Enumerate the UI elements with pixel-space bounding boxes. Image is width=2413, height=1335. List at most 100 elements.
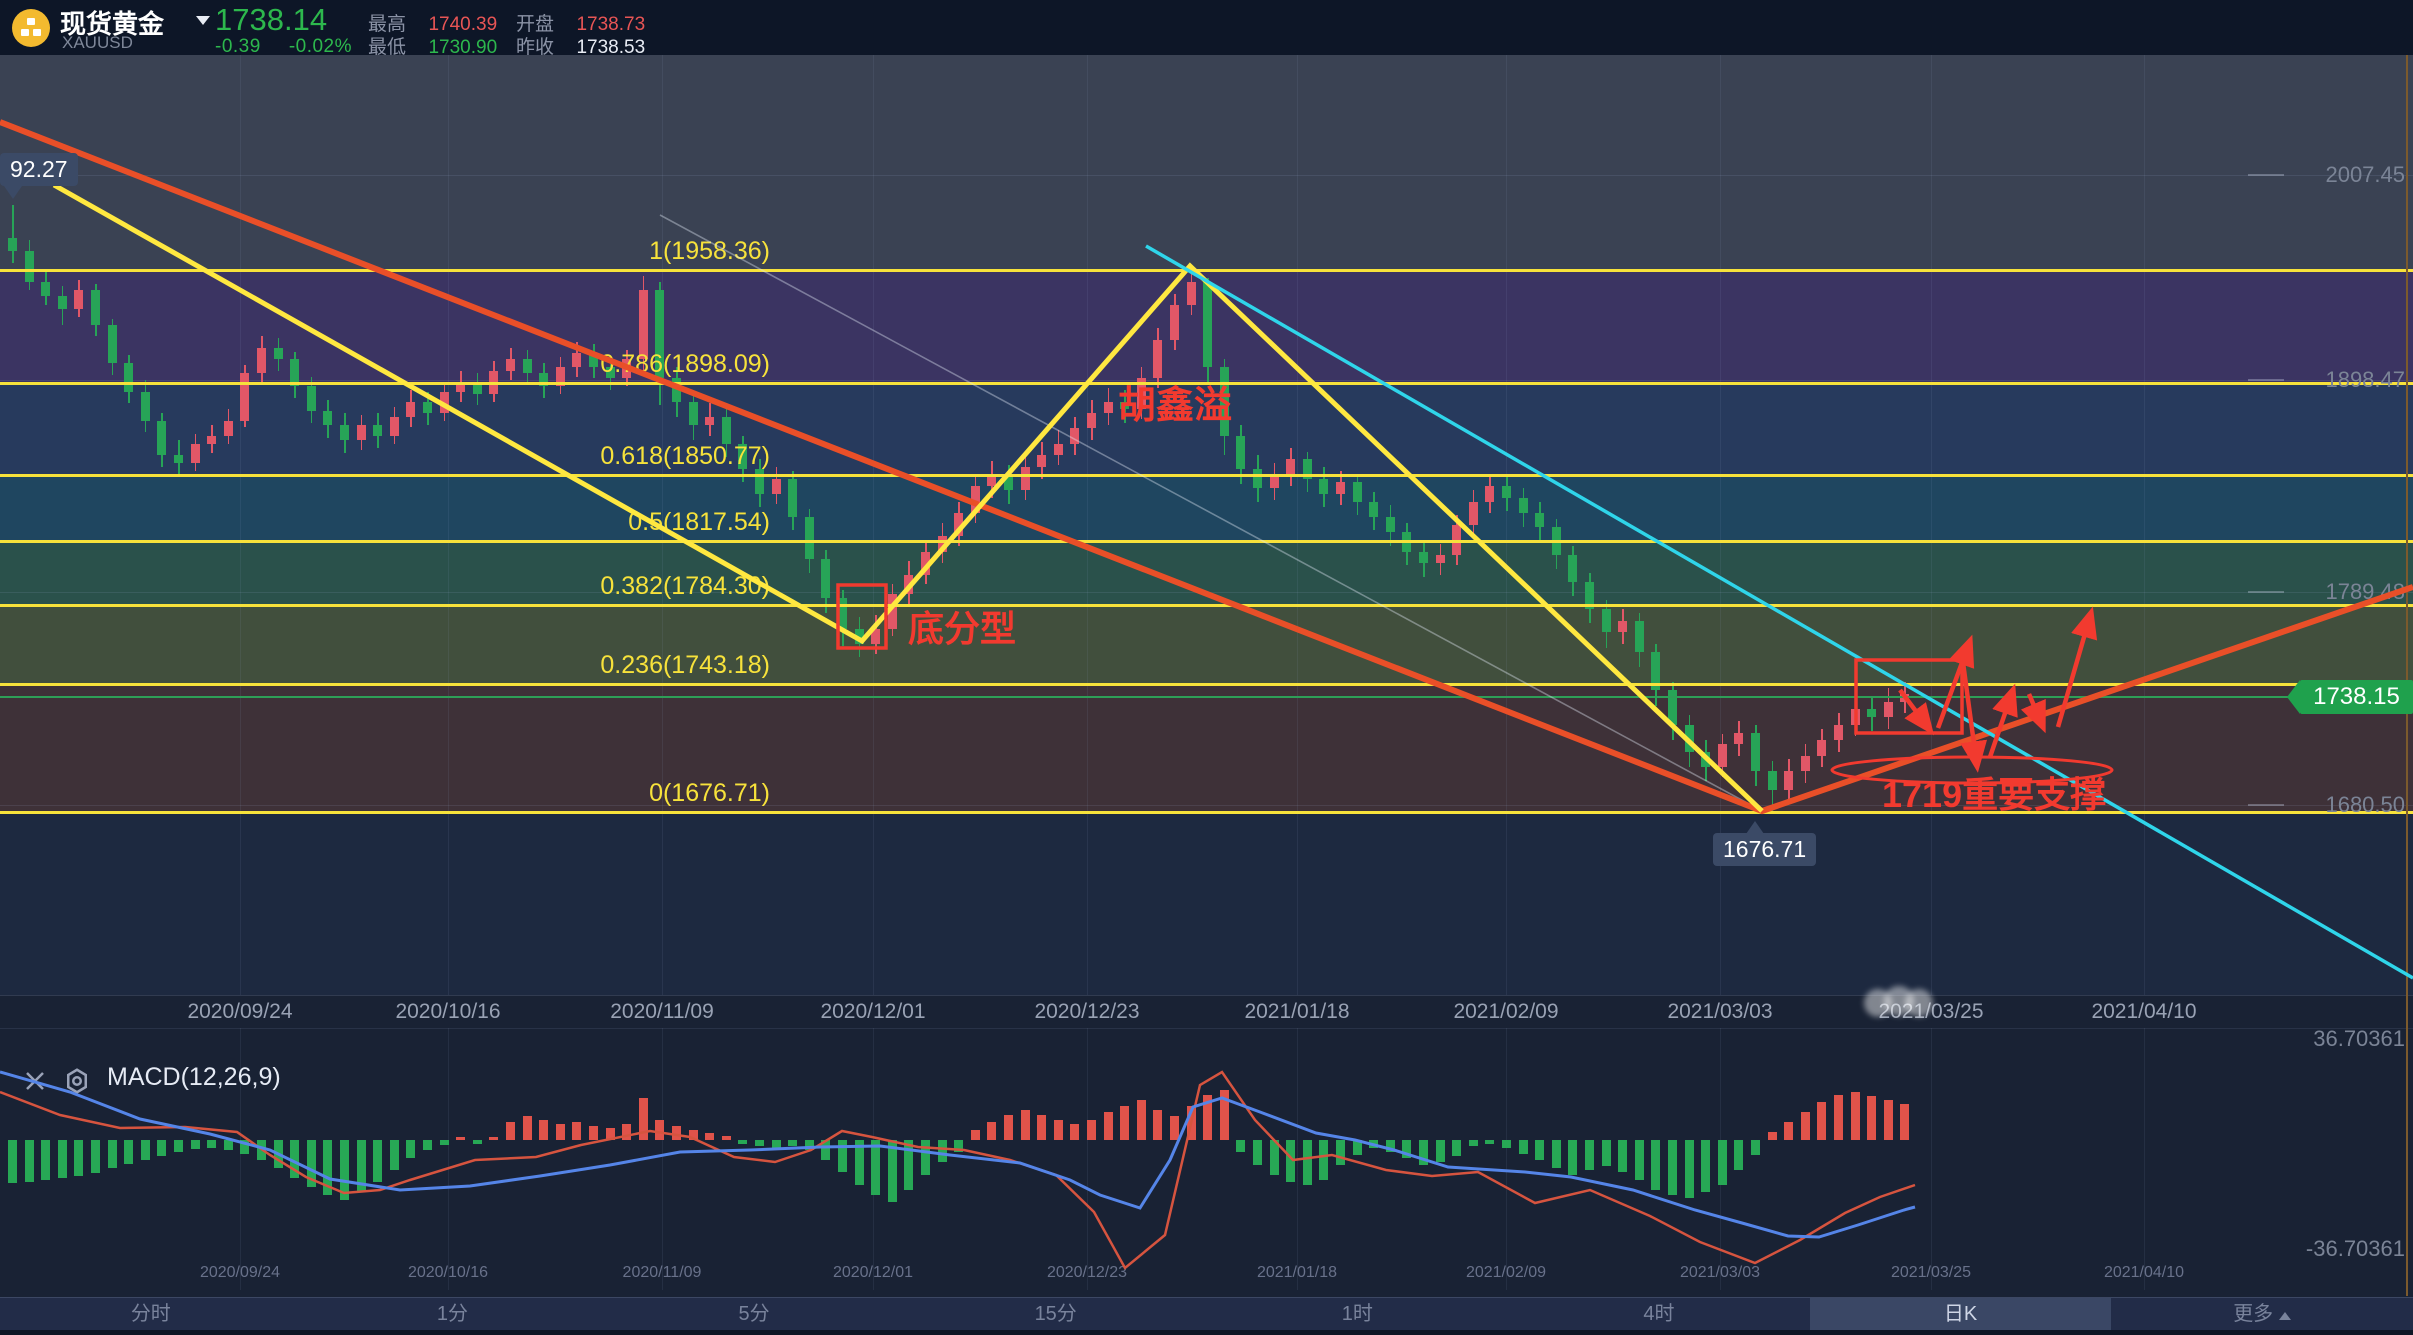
high-price-tooltip: 92.27	[0, 153, 78, 186]
vertical-gridline	[2144, 55, 2145, 995]
macd-histogram-bar	[1768, 1132, 1777, 1140]
timeframe-日K[interactable]: 日K	[1810, 1298, 2112, 1330]
macd-histogram-bar	[788, 1140, 797, 1146]
macd-histogram-bar	[506, 1122, 515, 1140]
macd-histogram-bar	[1353, 1140, 1362, 1155]
fib-level-label: 0(1676.71)	[430, 779, 770, 808]
close-icon[interactable]	[22, 1068, 48, 1094]
candle-body	[1535, 513, 1544, 526]
vertical-gridline	[1931, 55, 1932, 995]
date-axis-label: 2020/12/01	[788, 1000, 958, 1024]
macd-histogram-bar	[1253, 1140, 1262, 1165]
settings-gear-icon[interactable]	[62, 1066, 92, 1096]
macd-histogram-bar	[1618, 1140, 1627, 1172]
macd-histogram-bar	[539, 1120, 548, 1140]
candle-body	[705, 417, 714, 425]
low-value: 1730.90	[428, 37, 497, 58]
macd-histogram-bar	[74, 1140, 83, 1176]
macd-histogram-bar	[1203, 1095, 1212, 1140]
candle-body	[1070, 428, 1079, 443]
macd-histogram-bar	[622, 1124, 631, 1140]
fib-level-line	[0, 604, 2413, 607]
fib-zone-band	[0, 541, 2413, 605]
macd-histogram-bar	[1336, 1140, 1345, 1165]
macd-histogram-bar	[1386, 1140, 1395, 1152]
timeframe-5分[interactable]: 5分	[603, 1298, 905, 1330]
candle-body	[1834, 725, 1843, 740]
timeframe-分时[interactable]: 分时	[0, 1298, 302, 1330]
macd-histogram-bar	[423, 1140, 432, 1150]
macd-histogram-bar	[8, 1140, 17, 1183]
macd-date-label: 2021/01/18	[1222, 1264, 1372, 1282]
header: 现货黄金 XAUUSD 1738.14 -0.39-0.02% 最高 1740.…	[0, 0, 2413, 55]
timeframe-1时[interactable]: 1时	[1207, 1298, 1509, 1330]
macd-histogram-bar	[489, 1137, 498, 1140]
macd-date-label: 2021/02/09	[1431, 1264, 1581, 1282]
fib-level-label: 0.236(1743.18)	[430, 651, 770, 680]
macd-histogram-bar	[606, 1128, 615, 1140]
macd-histogram-bar	[1535, 1140, 1544, 1160]
macd-histogram-bar	[108, 1140, 117, 1168]
fib-level-label: 1(1958.36)	[430, 237, 770, 266]
candle-body	[1784, 771, 1793, 790]
support-level-label: 1719重要支撑	[1882, 766, 2106, 818]
macd-histogram-bar	[274, 1140, 283, 1168]
candle-body	[340, 425, 349, 440]
fib-level-line	[0, 474, 2413, 477]
macd-date-label: 2021/04/10	[2069, 1264, 2219, 1282]
macd-histogram-bar	[41, 1140, 50, 1180]
macd-histogram-bar	[1469, 1140, 1478, 1146]
candle-body	[722, 417, 731, 444]
macd-histogram-bar	[772, 1140, 781, 1148]
candle-body	[91, 290, 100, 325]
candle-body	[1851, 709, 1860, 724]
fib-zone-band	[0, 812, 2413, 995]
candle-body	[1037, 455, 1046, 467]
axis-separator	[0, 1028, 2413, 1029]
candle-body	[307, 386, 316, 411]
macd-histogram-bar	[572, 1122, 581, 1140]
candle-body	[1419, 552, 1428, 564]
high-tooltip-pointer	[4, 186, 22, 199]
low-price-tooltip: 1676.71	[1713, 833, 1816, 866]
macd-histogram-bar	[888, 1140, 897, 1202]
macd-histogram-bar	[954, 1140, 963, 1152]
fib-zone-band	[0, 55, 2413, 270]
macd-histogram-bar	[224, 1140, 233, 1150]
macd-histogram-bar	[1884, 1100, 1893, 1140]
macd-histogram-bar	[1552, 1140, 1561, 1168]
macd-histogram-bar	[1801, 1112, 1810, 1140]
fib-level-label: 0.5(1817.54)	[430, 508, 770, 537]
macd-histogram-bar	[871, 1140, 880, 1195]
macd-histogram-bar	[1319, 1140, 1328, 1180]
candle-body	[921, 552, 930, 575]
macd-axis-min: -36.70361	[2240, 1236, 2405, 1262]
macd-histogram-bar	[705, 1133, 714, 1140]
timeframe-更多[interactable]: 更多	[2111, 1298, 2413, 1330]
macd-histogram-bar	[655, 1120, 664, 1140]
fib-level-label: 0.618(1850.77)	[430, 442, 770, 471]
current-price-line	[0, 696, 2413, 698]
macd-histogram-bar	[1452, 1140, 1461, 1156]
macd-histogram-bar	[971, 1130, 980, 1140]
timeframe-4时[interactable]: 4时	[1508, 1298, 1810, 1330]
prev-close-value: 1738.53	[576, 37, 645, 58]
macd-histogram-bar	[456, 1137, 465, 1140]
candle-body	[821, 559, 830, 597]
candle-body	[25, 251, 34, 282]
caret-up-icon	[2279, 1312, 2291, 1320]
timeframe-15分[interactable]: 15分	[905, 1298, 1207, 1330]
macd-histogram-bar	[1037, 1115, 1046, 1140]
chevron-down-icon[interactable]	[196, 16, 210, 25]
candle-body	[124, 363, 133, 392]
bottom-fractal-label: 底分型	[908, 600, 1016, 652]
macd-histogram-bar	[1153, 1110, 1162, 1140]
candle-body	[1768, 771, 1777, 790]
timeframe-1分[interactable]: 1分	[302, 1298, 604, 1330]
macd-date-label: 2021/03/03	[1645, 1264, 1795, 1282]
right-axis-border	[2406, 55, 2408, 1296]
macd-histogram-bar	[987, 1122, 996, 1140]
macd-histogram-bar	[1585, 1140, 1594, 1170]
macd-histogram-bar	[473, 1140, 482, 1144]
candle-body	[108, 325, 117, 363]
